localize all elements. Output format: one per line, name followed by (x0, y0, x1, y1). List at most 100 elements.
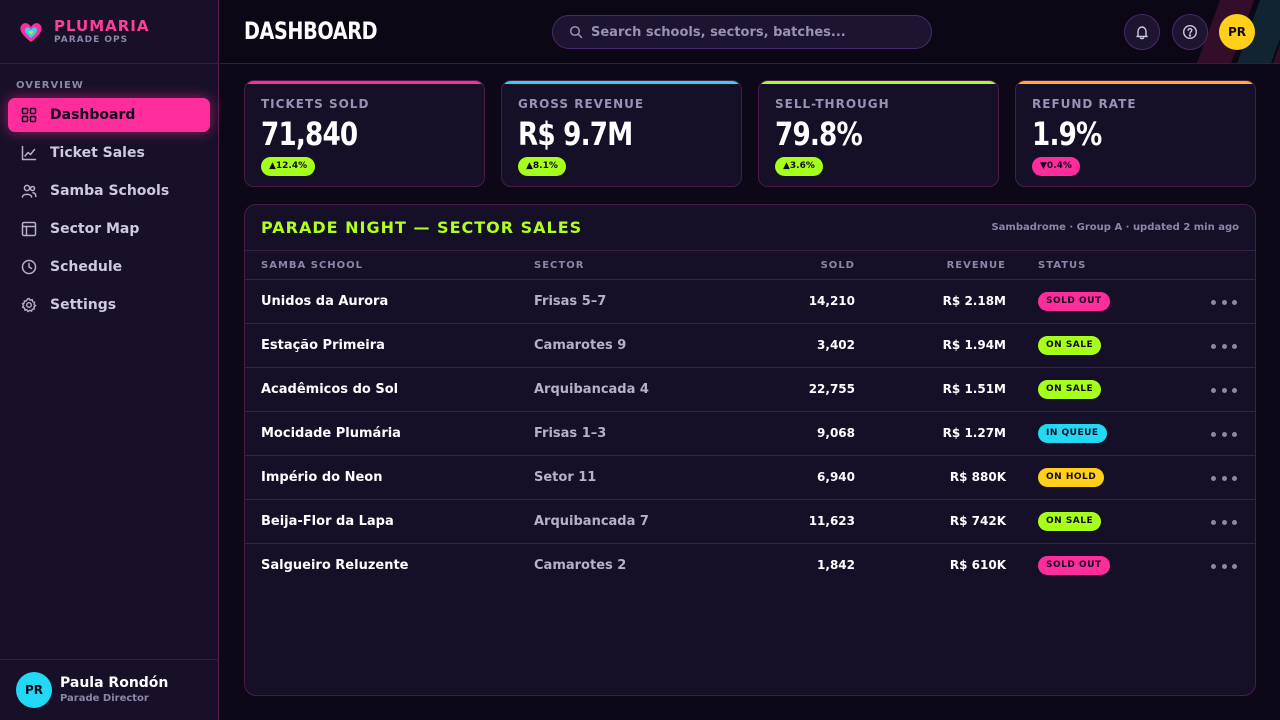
stat-label: SELL-THROUGH (775, 97, 890, 111)
table-body: Unidos da Aurora Frisas 5–7 14,210 R$ 2.18M… (245, 280, 1255, 588)
layout-icon (21, 221, 37, 237)
avatar: PR (16, 672, 52, 708)
nav-section-label: OVERVIEW (16, 80, 84, 91)
cell-revenue: R$ 2.18M (942, 294, 1006, 308)
table-row[interactable]: Unidos da Aurora Frisas 5–7 14,210 R$ 2.18M… (245, 280, 1255, 324)
help-button[interactable] (1172, 14, 1208, 50)
more-options-icon[interactable] (1211, 556, 1237, 576)
header-avatar[interactable]: PR (1219, 14, 1255, 50)
table-row[interactable]: Acadêmicos do Sol Arquibancada 4 22,755 R$ … (245, 368, 1255, 412)
sidebar: PLUMARIA PARADE OPS OVERVIEW Dashboard T… (0, 0, 219, 720)
stat-value: 1.9% (1032, 115, 1102, 153)
sidebar-item-label: Schedule (50, 259, 123, 275)
sidebar-item-sector-map[interactable]: Sector Map (8, 212, 210, 246)
table-row[interactable]: Estação Primeira Camarotes 9 3,402 R$ 1.94M… (245, 324, 1255, 368)
brand-name: PLUMARIA (54, 16, 150, 35)
status-badge: ON SALE (1038, 380, 1102, 399)
bell-icon (1136, 26, 1148, 40)
more-options-icon[interactable] (1211, 380, 1237, 400)
search-input[interactable] (591, 24, 911, 40)
table-row[interactable]: Mocidade Plumária Frisas 1–3 9,068 R$ 1.27M… (245, 412, 1255, 456)
cell-sold: 1,842 (817, 558, 855, 572)
more-options-icon[interactable] (1211, 512, 1237, 532)
table-row[interactable]: Beija-Flor da Lapa Arquibancada 7 11,623 R$… (245, 500, 1255, 544)
cell-status: ON HOLD (1038, 468, 1105, 487)
cell-sold: 9,068 (817, 426, 855, 440)
sidebar-item-label: Ticket Sales (50, 145, 145, 161)
cell-school: Salgueiro Reluzente (261, 558, 409, 573)
cell-revenue: R$ 1.51M (942, 382, 1006, 396)
sidebar-item-dashboard[interactable]: Dashboard (8, 98, 210, 132)
stat-delta-badge: ▲12.4% (261, 157, 316, 176)
cell-revenue: R$ 742K (949, 514, 1006, 528)
table-row[interactable]: Salgueiro Reluzente Camarotes 2 1,842 R$ 61… (245, 544, 1255, 588)
sidebar-item-label: Samba Schools (50, 183, 170, 199)
cell-sector: Camarotes 2 (534, 558, 627, 573)
status-badge: ON HOLD (1038, 468, 1105, 487)
search-bar[interactable] (552, 15, 932, 49)
page-title: DASHBOARD (244, 17, 378, 45)
stat-label: REFUND RATE (1032, 97, 1137, 111)
cell-sold: 14,210 (808, 294, 855, 308)
cell-sold: 3,402 (817, 338, 855, 352)
column-header-sector[interactable]: SECTOR (534, 260, 584, 271)
sidebar-item-samba-schools[interactable]: Samba Schools (8, 174, 210, 208)
clock-icon (21, 259, 37, 275)
brand[interactable]: PLUMARIA PARADE OPS (0, 0, 218, 64)
sidebar-item-schedule[interactable]: Schedule (8, 250, 210, 284)
sector-sales-panel: PARADE NIGHT — SECTOR SALES Sambadrome ·… (244, 204, 1256, 696)
notifications-button[interactable] (1124, 14, 1160, 50)
cell-sector: Setor 11 (534, 470, 597, 485)
column-header-revenue[interactable]: REVENUE (947, 260, 1006, 271)
stat-card-tickets-sold: TICKETS SOLD 71,840 ▲12.4% (244, 80, 485, 187)
sidebar-item-settings[interactable]: Settings (8, 288, 210, 322)
more-options-icon[interactable] (1211, 336, 1237, 356)
cell-status: ON SALE (1038, 512, 1102, 531)
stat-delta-badge: ▲3.6% (775, 157, 823, 176)
cell-revenue: R$ 1.27M (942, 426, 1006, 440)
sidebar-item-label: Dashboard (50, 107, 136, 123)
app-root: PLUMARIA PARADE OPS OVERVIEW Dashboard T… (0, 0, 1280, 720)
gear-icon (21, 297, 37, 313)
cell-status: ON SALE (1038, 380, 1102, 399)
cell-school: Mocidade Plumária (261, 426, 401, 441)
status-badge: SOLD OUT (1038, 292, 1110, 311)
user-name: Paula Rondón (60, 675, 169, 691)
more-options-icon[interactable] (1211, 468, 1237, 488)
stat-card-sell-through: SELL-THROUGH 79.8% ▲3.6% (758, 80, 999, 187)
cell-sector: Arquibancada 4 (534, 382, 649, 397)
help-circle-icon (1182, 24, 1198, 40)
sidebar-item-label: Sector Map (50, 221, 140, 237)
stat-card-refund-rate: REFUND RATE 1.9% ▼0.4% (1015, 80, 1256, 187)
topbar: DASHBOARD PR (220, 0, 1280, 64)
column-header-school[interactable]: SAMBA SCHOOL (261, 260, 363, 271)
stat-label: GROSS REVENUE (518, 97, 645, 111)
more-options-icon[interactable] (1211, 292, 1237, 312)
table-row[interactable]: Império do Neon Setor 11 6,940 R$ 880K ON HO… (245, 456, 1255, 500)
stat-card-gross-revenue: GROSS REVENUE R$ 9.7M ▲8.1% (501, 80, 742, 187)
status-badge: SOLD OUT (1038, 556, 1110, 575)
stat-value: 79.8% (775, 115, 863, 153)
cell-school: Estação Primeira (261, 338, 385, 353)
cell-sector: Frisas 1–3 (534, 426, 607, 441)
cell-sold: 6,940 (817, 470, 855, 484)
stat-delta-badge: ▼0.4% (1032, 157, 1080, 176)
column-header-sold[interactable]: SOLD (821, 260, 855, 271)
more-options-icon[interactable] (1211, 424, 1237, 444)
cell-status: IN QUEUE (1038, 424, 1107, 443)
sidebar-item-ticket-sales[interactable]: Ticket Sales (8, 136, 210, 170)
stat-delta-badge: ▲8.1% (518, 157, 566, 176)
user-profile[interactable]: PR Paula Rondón Parade Director (0, 659, 218, 720)
cell-revenue: R$ 880K (949, 470, 1006, 484)
panel-header: PARADE NIGHT — SECTOR SALES Sambadrome ·… (245, 205, 1255, 251)
users-icon (21, 184, 37, 198)
search-icon (569, 25, 583, 39)
status-badge: ON SALE (1038, 336, 1102, 355)
column-header-status[interactable]: STATUS (1038, 260, 1086, 271)
cell-status: SOLD OUT (1038, 556, 1110, 575)
status-badge: ON SALE (1038, 512, 1102, 531)
cell-status: SOLD OUT (1038, 292, 1110, 311)
stat-label: TICKETS SOLD (261, 97, 370, 111)
cell-sold: 11,623 (808, 514, 855, 528)
heart-logo-icon (20, 22, 42, 42)
